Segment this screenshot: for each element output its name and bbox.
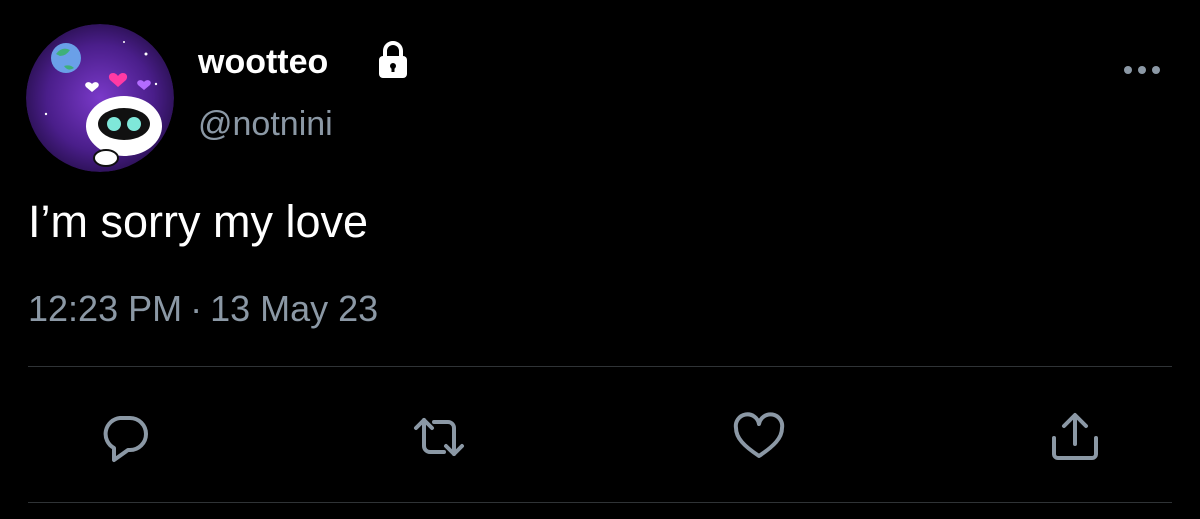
tweet-time: 12:23 PM [28, 288, 183, 329]
share-icon [1052, 413, 1098, 460]
avatar[interactable] [26, 24, 174, 172]
like-button[interactable] [730, 408, 788, 466]
timestamp-separator: · [190, 288, 203, 329]
tweet-text: I’m sorry my love [28, 196, 369, 247]
reply-icon [103, 416, 148, 462]
share-button[interactable] [1046, 408, 1104, 466]
divider [28, 366, 1172, 367]
tweet-date: 13 May 23 [210, 288, 379, 329]
display-name[interactable]: wootteo [198, 40, 328, 84]
user-handle[interactable]: @notnini [198, 102, 333, 146]
more-horizontal-icon[interactable] [1122, 62, 1162, 78]
divider [28, 502, 1172, 503]
heart-icon [733, 412, 785, 458]
tweet-timestamp[interactable]: 12:23 PM · 13 May 23 [28, 286, 378, 332]
reply-button[interactable] [96, 408, 154, 466]
retweet-icon [414, 418, 464, 456]
lock-icon [374, 40, 412, 80]
retweet-button[interactable] [410, 408, 468, 466]
robot-avatar-image [26, 24, 174, 172]
